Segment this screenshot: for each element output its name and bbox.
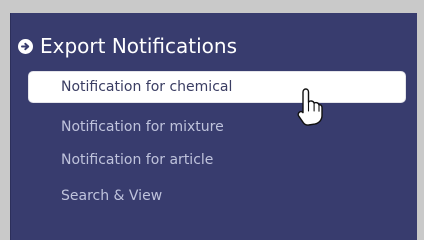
menu-heading-label: Export Notifications [40,34,238,58]
menu-item-label: Notification for article [61,152,214,168]
menu-item-label: Search & View [61,188,163,204]
circle-arrow-right-icon [18,38,33,54]
menu-item-notification-for-chemical[interactable]: Notification for chemical [29,72,405,102]
menu-item-label: Notification for mixture [61,119,224,135]
menu-item-search-and-view[interactable]: Search & View [29,181,405,211]
menu-item-notification-for-mixture[interactable]: Notification for mixture [29,112,405,142]
menu-item-label: Notification for chemical [61,79,233,95]
window-frame: Export Notifications Notification for ch… [0,0,424,240]
menu-heading[interactable]: Export Notifications [18,34,237,58]
menu-item-notification-for-article[interactable]: Notification for article [29,145,405,175]
hand-pointer-icon [297,88,323,126]
